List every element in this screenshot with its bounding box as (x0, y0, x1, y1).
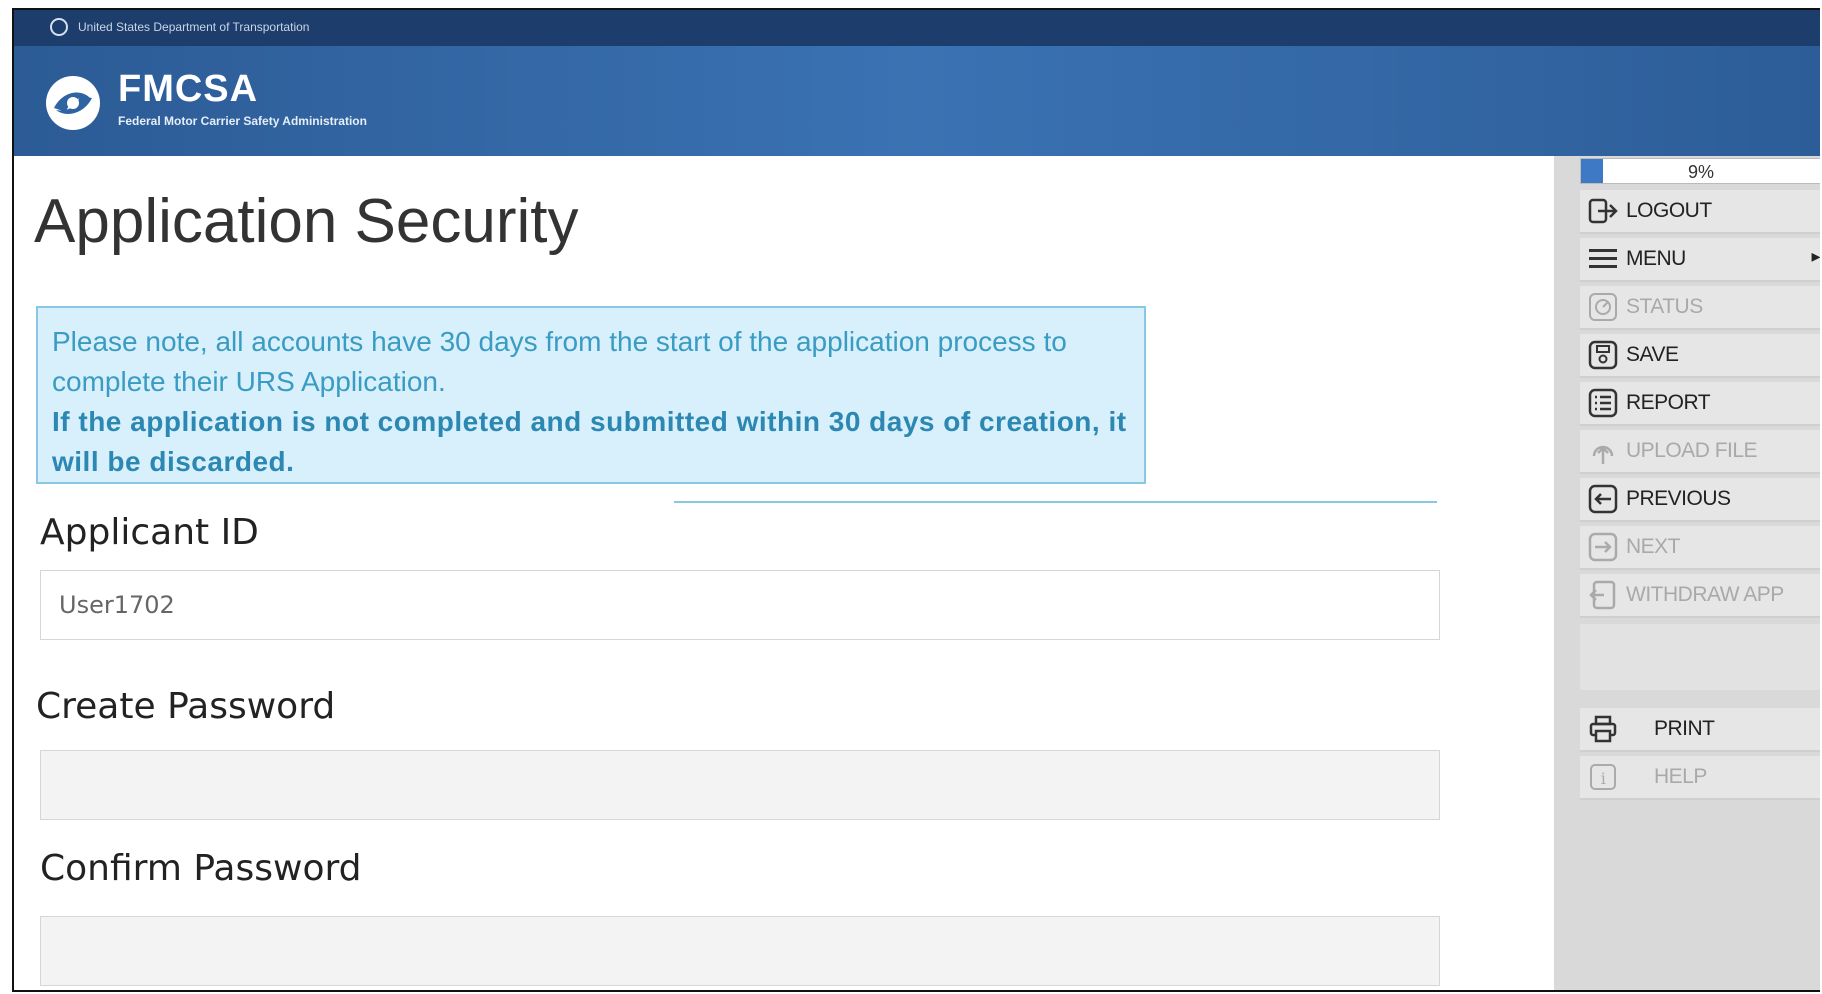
menu-label: MENU (1626, 247, 1686, 270)
confirm-password-label: Confirm Password (40, 848, 362, 889)
applicant-id-label: Applicant ID (40, 512, 259, 553)
previous-label: PREVIOUS (1626, 487, 1731, 510)
menu-icon (1586, 242, 1620, 276)
applicant-id-input[interactable] (40, 570, 1440, 640)
notice-text: Please note, all accounts have 30 days f… (52, 326, 1067, 397)
status-icon (1586, 290, 1620, 324)
upload-icon (1586, 434, 1620, 468)
create-password-label: Create Password (36, 686, 336, 727)
withdraw-app-button[interactable]: WITHDRAW APP (1580, 574, 1820, 618)
brand-subtitle: Federal Motor Carrier Safety Administrat… (118, 114, 367, 128)
info-icon: i (1586, 760, 1620, 794)
arrow-left-icon (1586, 482, 1620, 516)
divider (674, 501, 1437, 503)
next-button[interactable]: NEXT (1580, 526, 1820, 570)
save-button[interactable]: SAVE (1580, 334, 1820, 378)
agency-name: United States Department of Transportati… (78, 20, 310, 34)
site-header: FMCSA Federal Motor Carrier Safety Admin… (14, 46, 1820, 156)
dot-seal-icon (50, 18, 68, 36)
empty-slot (1580, 624, 1820, 690)
notice-warning: If the application is not completed and … (52, 406, 1127, 477)
logout-label: LOGOUT (1626, 199, 1712, 222)
report-button[interactable]: REPORT (1580, 382, 1820, 426)
withdraw-app-label: WITHDRAW APP (1626, 583, 1784, 606)
caret-right-icon: ▸ (1811, 246, 1820, 266)
help-label: HELP (1654, 765, 1707, 788)
app-window: United States Department of Transportati… (12, 8, 1820, 992)
next-label: NEXT (1626, 535, 1681, 558)
logout-icon (1586, 194, 1620, 228)
notice-box: Please note, all accounts have 30 days f… (36, 306, 1146, 484)
report-label: REPORT (1626, 391, 1711, 414)
confirm-password-input[interactable] (40, 916, 1440, 986)
fmcsa-logo-icon (46, 76, 100, 130)
withdraw-icon (1586, 578, 1620, 612)
previous-button[interactable]: PREVIOUS (1580, 478, 1820, 522)
main-content: Application Security Please note, all ac… (14, 156, 1554, 990)
save-label: SAVE (1626, 343, 1679, 366)
create-password-input[interactable] (40, 750, 1440, 820)
upload-file-button[interactable]: UPLOAD FILE (1580, 430, 1820, 474)
print-button[interactable]: PRINT (1580, 708, 1820, 752)
upload-file-label: UPLOAD FILE (1626, 439, 1758, 462)
sidebar: 9% LOGOUT MENU ▸ STATUS SAVE REPORT UPLO… (1554, 156, 1820, 990)
save-icon (1586, 338, 1620, 372)
help-button[interactable]: i HELP (1580, 756, 1820, 800)
menu-button[interactable]: MENU ▸ (1580, 238, 1820, 282)
arrow-right-icon (1586, 530, 1620, 564)
page-title: Application Security (34, 187, 579, 256)
status-label: STATUS (1626, 295, 1703, 318)
report-icon (1586, 386, 1620, 420)
printer-icon (1586, 712, 1620, 746)
logout-button[interactable]: LOGOUT (1580, 190, 1820, 234)
print-label: PRINT (1654, 717, 1715, 740)
progress-bar: 9% (1580, 158, 1820, 184)
status-button[interactable]: STATUS (1580, 286, 1820, 330)
brand-name: FMCSA (118, 68, 259, 110)
svg-text:i: i (1601, 769, 1606, 788)
agency-bar: United States Department of Transportati… (14, 10, 1820, 46)
progress-label: 9% (1687, 162, 1714, 182)
